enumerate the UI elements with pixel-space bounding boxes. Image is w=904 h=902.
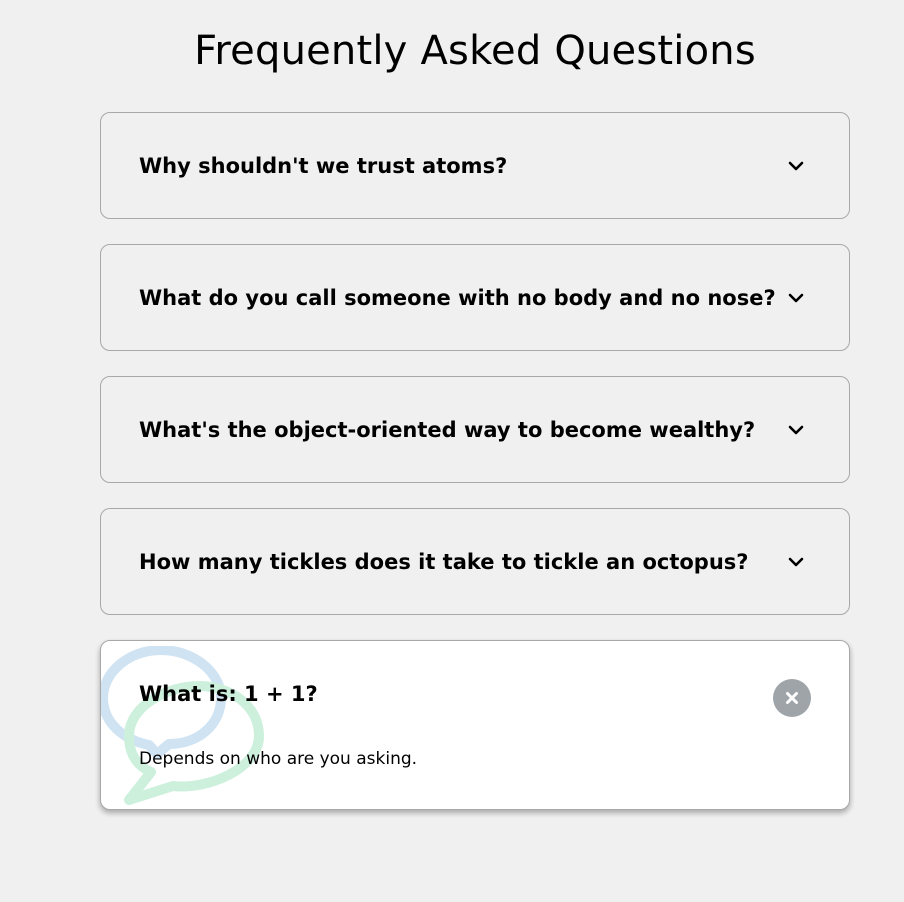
faq-item[interactable]: What's the object-oriented way to become… xyxy=(100,376,850,483)
faq-question: Why shouldn't we trust atoms? xyxy=(139,154,508,178)
close-icon xyxy=(786,692,798,704)
chevron-down-icon xyxy=(788,293,804,303)
faq-toggle-button[interactable] xyxy=(781,283,811,313)
faq-toggle-button[interactable] xyxy=(781,151,811,181)
faq-list: Why shouldn't we trust atoms? What do yo… xyxy=(100,112,850,835)
page-title: Frequently Asked Questions xyxy=(194,28,756,74)
faq-item[interactable]: How many tickles does it take to tickle … xyxy=(100,508,850,615)
chat-bubbles-icon xyxy=(101,646,264,805)
faq-item[interactable]: Why shouldn't we trust atoms? xyxy=(100,112,850,219)
chevron-down-icon xyxy=(788,557,804,567)
faq-toggle-button[interactable] xyxy=(781,547,811,577)
faq-item[interactable]: What do you call someone with no body an… xyxy=(100,244,850,351)
faq-close-button[interactable] xyxy=(773,679,811,717)
faq-page: Frequently Asked Questions Why shouldn't… xyxy=(0,0,904,902)
faq-question: How many tickles does it take to tickle … xyxy=(139,550,749,574)
chevron-down-icon xyxy=(788,161,804,171)
faq-toggle-button[interactable] xyxy=(781,415,811,445)
faq-question: What's the object-oriented way to become… xyxy=(139,418,756,442)
faq-question: What is: 1 + 1? xyxy=(139,682,318,706)
chevron-down-icon xyxy=(788,425,804,435)
faq-question: What do you call someone with no body an… xyxy=(139,286,776,310)
faq-answer: Depends on who are you asking. xyxy=(139,749,418,769)
faq-item-active[interactable]: What is: 1 + 1? Depends on who are you a… xyxy=(100,640,850,810)
